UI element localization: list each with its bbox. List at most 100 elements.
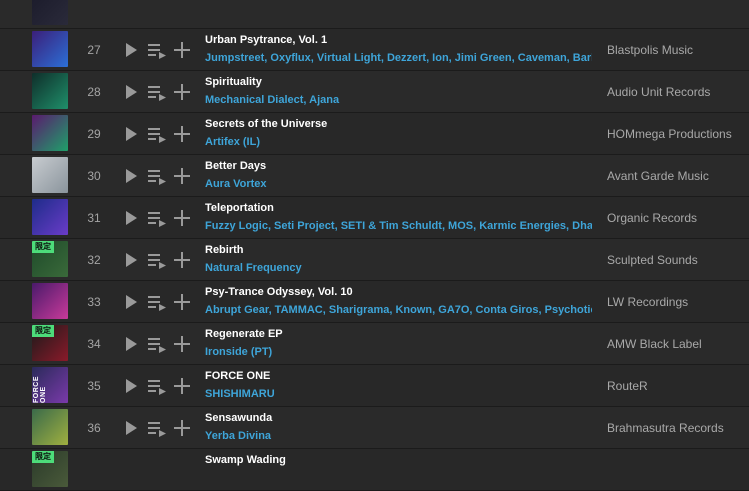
track-row[interactable]: 27 Urban Psytrance, Vol. 1 Jumpstreet, O… [0,29,749,71]
track-artists[interactable]: Jumpstreet, Oxyflux, Virtual Light, Dezz… [205,52,592,64]
play-icon[interactable] [121,124,141,144]
track-title[interactable]: Spirituality [205,76,595,88]
track-artists[interactable]: Natural Frequency [205,262,592,274]
add-to-playlist-icon[interactable] [172,82,192,102]
album-artwork[interactable]: FORCE ONE [32,367,68,403]
track-artists[interactable]: Artifex (IL) [205,136,592,148]
play-icon[interactable] [121,40,141,60]
add-to-queue-icon[interactable] [147,166,167,186]
album-artwork[interactable]: 限定 [32,451,68,487]
record-label[interactable] [607,449,749,491]
track-row[interactable]: 30 Better Days Aura Vortex Avant Garde M… [0,155,749,197]
album-artwork[interactable] [32,115,68,151]
add-to-playlist-icon[interactable] [172,166,192,186]
track-number: 32 [87,253,101,267]
album-artwork[interactable] [32,73,68,109]
record-label[interactable]: Brahmasutra Records [607,407,749,449]
add-to-playlist-icon[interactable] [172,124,192,144]
play-icon[interactable] [121,418,141,438]
track-artists[interactable]: Fuzzy Logic, Seti Project, SETI & Tim Sc… [205,220,592,232]
add-to-queue-icon[interactable] [147,292,167,312]
album-artwork[interactable] [32,0,68,25]
track-row[interactable]: 31 Teleportation Fuzzy Logic, Seti Proje… [0,197,749,239]
add-to-queue-icon[interactable] [147,208,167,228]
track-title[interactable]: FORCE ONE [205,370,595,382]
track-number: 29 [87,127,101,141]
track-title[interactable]: Sensawunda [205,412,595,424]
limited-badge: 限定 [32,241,54,253]
track-row[interactable]: 限定 34 Regenerate EP Ironside (PT) AMW Bl… [0,323,749,365]
record-label[interactable]: AMW Black Label [607,323,749,365]
play-icon[interactable] [121,250,141,270]
track-title[interactable]: Secrets of the Universe [205,118,595,130]
track-row[interactable]: 28 Spirituality Mechanical Dialect, Ajan… [0,71,749,113]
album-artwork[interactable] [32,409,68,445]
album-artwork[interactable] [32,31,68,67]
play-icon[interactable] [121,166,141,186]
track-artists[interactable]: Abrupt Gear, TAMMAC, Sharigrama, Known, … [205,304,592,316]
track-artists[interactable]: Ironside (PT) [205,346,592,358]
play-icon[interactable] [121,376,141,396]
record-label[interactable]: HOMmega Productions [607,113,749,155]
add-to-playlist-icon[interactable] [172,334,192,354]
track-number: 36 [87,421,101,435]
track-artists[interactable]: Yerba Divina [205,430,592,442]
track-title[interactable]: Swamp Wading [205,454,595,466]
add-to-queue-icon[interactable] [147,82,167,102]
track-number [78,449,110,491]
record-label[interactable]: Blastpolis Music [607,29,749,71]
add-to-playlist-icon[interactable] [172,250,192,270]
play-icon[interactable] [121,334,141,354]
track-number [78,0,110,29]
track-artists[interactable]: Aura Vortex [205,178,592,190]
track-row[interactable]: 29 Secrets of the Universe Artifex (IL) … [0,113,749,155]
track-row[interactable] [0,0,749,29]
track-title[interactable]: Rebirth [205,244,595,256]
add-to-queue-icon[interactable] [147,376,167,396]
limited-badge: 限定 [32,451,54,463]
track-artists[interactable]: Mechanical Dialect, Ajana [205,94,592,106]
album-artwork[interactable] [32,199,68,235]
record-label[interactable]: Sculpted Sounds [607,239,749,281]
add-to-queue-icon[interactable] [147,40,167,60]
add-to-queue-icon[interactable] [147,334,167,354]
album-artwork[interactable]: 限定 [32,241,68,277]
track-number: 27 [87,43,101,57]
record-label[interactable]: LW Recordings [607,281,749,323]
track-row[interactable]: 限定 32 Rebirth Natural Frequency Sculpted… [0,239,749,281]
track-artists[interactable]: SHISHIMARU [205,388,592,400]
add-to-queue-icon[interactable] [147,418,167,438]
track-row[interactable]: FORCE ONE 35 FORCE ONE SHISHIMARU RouteR [0,365,749,407]
track-number: 28 [87,85,101,99]
add-to-playlist-icon[interactable] [172,208,192,228]
play-icon[interactable] [121,292,141,312]
track-title[interactable]: Teleportation [205,202,595,214]
play-icon[interactable] [121,82,141,102]
album-artwork[interactable] [32,157,68,193]
track-title[interactable]: Regenerate EP [205,328,595,340]
track-number: 33 [87,295,101,309]
track-number: 35 [87,379,101,393]
record-label[interactable]: Organic Records [607,197,749,239]
track-row[interactable]: 36 Sensawunda Yerba Divina Brahmasutra R… [0,407,749,449]
track-row[interactable]: 33 Psy-Trance Odyssey, Vol. 10 Abrupt Ge… [0,281,749,323]
add-to-playlist-icon[interactable] [172,376,192,396]
record-label[interactable] [607,0,749,29]
artwork-text: FORCE ONE [33,376,47,403]
track-title[interactable]: Psy-Trance Odyssey, Vol. 10 [205,286,595,298]
add-to-queue-icon[interactable] [147,124,167,144]
album-artwork[interactable] [32,283,68,319]
record-label[interactable]: Audio Unit Records [607,71,749,113]
add-to-playlist-icon[interactable] [172,418,192,438]
play-icon[interactable] [121,208,141,228]
add-to-playlist-icon[interactable] [172,292,192,312]
record-label[interactable]: RouteR [607,365,749,407]
track-title[interactable]: Urban Psytrance, Vol. 1 [205,34,595,46]
track-number: 34 [87,337,101,351]
record-label[interactable]: Avant Garde Music [607,155,749,197]
add-to-queue-icon[interactable] [147,250,167,270]
track-row[interactable]: 限定 Swamp Wading [0,449,749,491]
album-artwork[interactable]: 限定 [32,325,68,361]
track-title[interactable]: Better Days [205,160,595,172]
add-to-playlist-icon[interactable] [172,40,192,60]
